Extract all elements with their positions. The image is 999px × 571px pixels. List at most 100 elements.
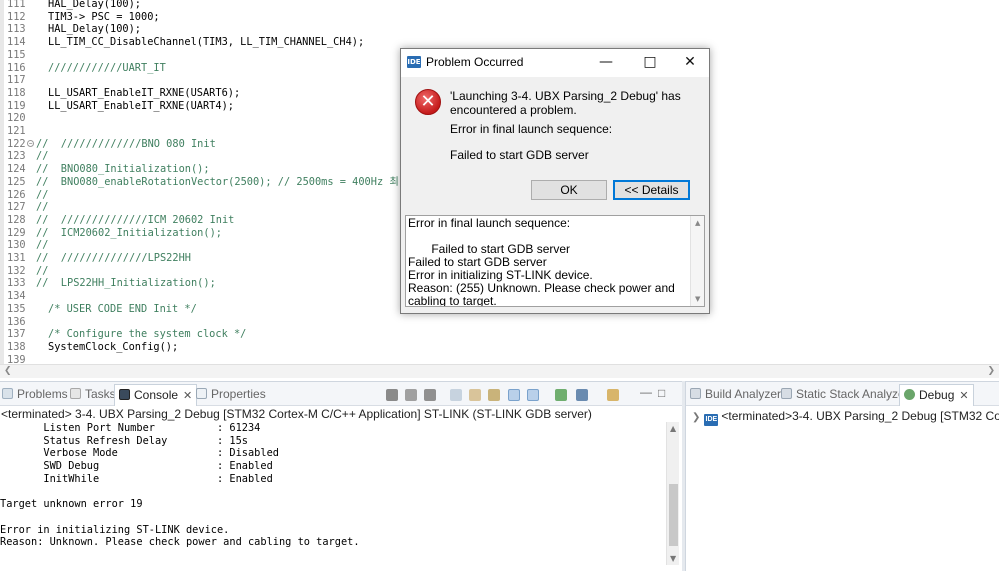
error-icon: ✕ — [415, 89, 441, 115]
line-number: 112 — [7, 10, 26, 23]
remove-all-icon[interactable] — [424, 389, 436, 401]
details-scrollbar[interactable]: ▲ ▼ — [690, 216, 704, 306]
debug-launch-item[interactable]: ❯ IDE <terminated>3-4. UBX Parsing_2 Debug… — [692, 408, 999, 426]
scroll-thumb[interactable] — [669, 484, 678, 546]
tab-tasks-label: Tasks — [85, 387, 116, 401]
code-text: LL_TIM_CC_DisableChannel(TIM3, LL_TIM_CH… — [48, 36, 365, 49]
show-on-error-icon[interactable] — [527, 389, 539, 401]
console-line: Target unknown error 19 — [0, 498, 143, 511]
build-analyzer-icon — [690, 388, 701, 399]
scroll-up-icon[interactable]: ▲ — [670, 424, 676, 433]
debug-panel: Build Analyzer Static Stack Analyzer Deb… — [685, 381, 999, 571]
pin-console-icon[interactable] — [555, 389, 567, 401]
terminate-icon[interactable] — [386, 389, 398, 401]
tab-properties-label: Properties — [211, 387, 266, 401]
tab-console[interactable]: Console ✕ — [114, 384, 198, 406]
console-icon — [119, 389, 130, 400]
code-text: /* Configure the system clock */ — [48, 328, 247, 341]
code-line[interactable]: 111 HAL_Delay(100); — [0, 0, 999, 11]
tab-console-label: Console — [134, 388, 179, 402]
ide-icon: IDE — [407, 56, 421, 68]
code-line[interactable]: 139 — [0, 354, 999, 364]
scroll-down-icon[interactable]: ▼ — [670, 554, 676, 563]
stack-analyzer-icon — [781, 388, 792, 399]
code-line[interactable]: 112 TIM3-> PSC = 1000; — [0, 11, 999, 24]
code-line[interactable]: 138 SystemClock_Config(); — [0, 341, 999, 354]
code-text: // BNO080_Initialization(); — [36, 163, 210, 176]
dialog-error-label: Error in final launch sequence: — [450, 122, 613, 136]
tab-debug[interactable]: Debug ✕ — [899, 384, 974, 406]
tab-static-stack-analyzer[interactable]: Static Stack Analyzer — [781, 386, 909, 404]
code-text: // — [36, 188, 49, 201]
editor-horizontal-scrollbar[interactable]: ❮ ❯ — [0, 364, 999, 378]
close-icon[interactable]: ✕ — [183, 390, 192, 402]
scroll-up-icon[interactable]: ▲ — [695, 219, 700, 227]
console-line: Status Refresh Delay : 15s — [0, 434, 248, 447]
fold-toggle-icon[interactable]: − — [27, 139, 34, 147]
dialog-titlebar[interactable]: IDE Problem Occurred — □ ✕ — [401, 49, 709, 77]
line-number: 115 — [7, 48, 26, 61]
code-line[interactable]: 137 /* Configure the system clock */ — [0, 328, 999, 341]
code-text: LL_USART_EnableIT_RXNE(USART6); — [48, 86, 241, 99]
tab-properties[interactable]: Properties — [196, 386, 266, 404]
ok-button[interactable]: OK — [531, 180, 607, 200]
code-text: LL_USART_EnableIT_RXNE(UART4); — [48, 99, 234, 112]
display-console-icon[interactable] — [576, 389, 588, 401]
console-line: Reason: Unknown. Please check power and … — [0, 536, 360, 549]
line-number: 137 — [7, 328, 26, 341]
code-text: // //////////////ICM 20602 Init — [36, 213, 235, 226]
close-icon[interactable]: ✕ — [675, 52, 705, 72]
line-number: 126 — [7, 188, 26, 201]
line-number: 111 — [7, 0, 26, 10]
tab-tasks[interactable]: Tasks — [70, 386, 116, 404]
minimize-icon[interactable]: — — [640, 384, 652, 402]
code-text: // — [36, 201, 49, 214]
code-text: // — [36, 239, 49, 252]
show-on-output-icon[interactable] — [508, 389, 520, 401]
bottom-tab-bar: Problems Tasks Console ✕ Properties — □ — [0, 382, 682, 406]
maximize-icon[interactable]: □ — [635, 52, 665, 72]
maximize-icon[interactable]: □ — [658, 385, 665, 403]
line-number: 133 — [7, 277, 26, 290]
code-text: TIM3-> PSC = 1000; — [48, 10, 160, 23]
line-number: 119 — [7, 99, 26, 112]
line-number: 118 — [7, 86, 26, 99]
tab-build-analyzer[interactable]: Build Analyzer — [690, 386, 781, 404]
tab-static-stack-label: Static Stack Analyzer — [796, 387, 909, 401]
console-vertical-scrollbar[interactable]: ▲ ▼ — [666, 422, 679, 565]
scroll-left-icon[interactable]: ❮ — [4, 366, 12, 376]
tab-build-analyzer-label: Build Analyzer — [705, 387, 782, 401]
clear-console-icon[interactable] — [450, 389, 462, 401]
console-panel: Problems Tasks Console ✕ Properties — □ <… — [0, 381, 682, 571]
line-number: 128 — [7, 213, 26, 226]
properties-icon — [196, 388, 207, 399]
scroll-right-icon[interactable]: ❯ — [987, 366, 995, 376]
minimize-icon[interactable]: — — [591, 52, 621, 72]
details-text: Error in final launch sequence: Failed t… — [408, 216, 675, 307]
tab-problems[interactable]: Problems — [2, 386, 68, 404]
open-console-icon[interactable] — [607, 389, 619, 401]
code-text: // ICM20602_Initialization(); — [36, 226, 222, 239]
ide-icon: IDE — [704, 414, 719, 426]
close-icon[interactable]: ✕ — [959, 390, 968, 402]
code-line[interactable]: 136 — [0, 316, 999, 329]
details-button[interactable]: << Details — [613, 180, 690, 200]
console-output[interactable]: Listen Port Number : 61234 Status Refres… — [0, 422, 666, 571]
line-number: 125 — [7, 175, 26, 188]
line-number: 129 — [7, 226, 26, 239]
line-number: 136 — [7, 315, 26, 328]
details-textarea[interactable]: Error in final launch sequence: Failed t… — [405, 215, 705, 307]
tasks-icon — [70, 388, 81, 399]
code-text: /* USER CODE END Init */ — [48, 302, 197, 315]
chevron-right-icon[interactable]: ❯ — [692, 412, 700, 423]
scroll-lock-icon[interactable] — [469, 389, 481, 401]
word-wrap-icon[interactable] — [488, 389, 500, 401]
dialog-title: Problem Occurred — [426, 55, 524, 69]
remove-launch-icon[interactable] — [405, 389, 417, 401]
debug-bug-icon — [904, 389, 915, 400]
tab-problems-label: Problems — [17, 387, 68, 401]
scroll-down-icon[interactable]: ▼ — [695, 295, 700, 303]
code-line[interactable]: 113 HAL_Delay(100); — [0, 23, 999, 36]
code-text: // /////////////BNO 080 Init — [36, 137, 216, 150]
code-text: // BNO080_enableRotationVector(2500); //… — [36, 175, 415, 188]
